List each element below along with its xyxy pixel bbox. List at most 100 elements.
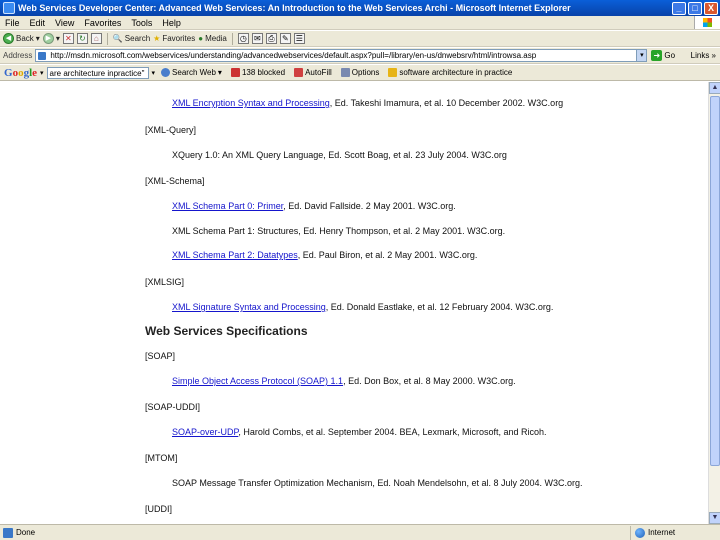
chevron-down-icon: ▾ (35, 34, 40, 43)
reference-link[interactable]: SOAP-over-UDP (172, 427, 238, 437)
separator (106, 32, 108, 45)
go-arrow-icon: ➜ (651, 50, 663, 61)
star-icon: ★ (153, 34, 161, 43)
search-web-label: Search Web (172, 68, 216, 77)
maximize-button[interactable]: □ (688, 1, 702, 15)
reference-entry: SOAP Message Transfer Optimization Mecha… (172, 478, 583, 488)
status-bar: Done Internet (0, 524, 720, 540)
menu-help[interactable]: Help (157, 18, 186, 28)
popup-blocker-icon (230, 68, 240, 77)
windows-flag-icon (694, 16, 720, 29)
menu-favorites[interactable]: Favorites (79, 18, 126, 28)
home-icon[interactable]: ⌂ (90, 33, 102, 44)
search-icon: 🔍 (112, 34, 123, 43)
section-label: [UDDI] (145, 504, 172, 514)
edit-icon[interactable]: ✎ (279, 33, 291, 44)
chevron-down-icon[interactable]: ▾ (152, 69, 156, 77)
go-button[interactable]: ➜ Go (651, 50, 675, 61)
menu-tools[interactable]: Tools (126, 18, 157, 28)
media-button[interactable]: ● Media (198, 34, 227, 43)
popup-blocker-button[interactable]: 138 blocked (228, 68, 288, 77)
section-heading: Web Services Specifications (145, 324, 308, 338)
favorites-label: Favorites (162, 34, 196, 43)
window-title: Web Services Developer Center: Advanced … (18, 3, 571, 13)
reference-entry: XML Schema Part 0: Primer, Ed. David Fal… (172, 201, 456, 211)
reference-entry: XQuery 1.0: An XML Query Language, Ed. S… (172, 150, 507, 160)
standard-toolbar: ◀ Back ▾ ▶ ▾ ✕ ↻ ⌂ 🔍 Search ★ Favorites … (0, 31, 720, 47)
reference-entry: XML Schema Part 1: Structures, Ed. Henry… (172, 226, 506, 236)
close-button[interactable]: X (704, 1, 718, 15)
options-button[interactable]: Options (338, 68, 383, 77)
vertical-scrollbar[interactable]: ▲ ▼ (708, 82, 720, 524)
back-label: Back (16, 34, 34, 43)
minimize-button[interactable]: _ (672, 1, 686, 15)
back-arrow-icon: ◀ (3, 33, 14, 44)
history-icon[interactable]: ◷ (237, 33, 249, 44)
search-label: Search (124, 34, 151, 43)
globe-icon (635, 527, 645, 538)
section-label: [SOAP-UDDI] (145, 402, 201, 412)
reference-entry: XML Signature Syntax and Processing, Ed.… (172, 302, 554, 312)
scroll-down-button[interactable]: ▼ (709, 512, 720, 524)
menu-file[interactable]: File (0, 18, 25, 28)
zone-label: Internet (648, 528, 676, 537)
options-icon (340, 68, 350, 77)
autofill-button[interactable]: AutoFill (291, 68, 335, 77)
section-label: [SOAP] (145, 351, 176, 361)
google-logo[interactable]: Google (0, 67, 37, 79)
address-input[interactable]: http://msdn.microsoft.com/webservices/un… (35, 49, 638, 62)
options-label: Options (351, 68, 380, 77)
autofill-icon (294, 68, 304, 77)
chevron-down-icon: ▾ (217, 68, 222, 77)
reference-entry: Simple Object Access Protocol (SOAP) 1.1… (172, 376, 516, 386)
autofill-label: AutoFill (305, 68, 332, 77)
page-content: XML Encryption Syntax and Processing, Ed… (0, 82, 708, 524)
menu-edit[interactable]: Edit (25, 18, 51, 28)
window-controls: _ □ X (672, 1, 718, 15)
reference-link[interactable]: XML Encryption Syntax and Processing (172, 98, 330, 108)
back-button[interactable]: ◀ Back ▾ (3, 33, 40, 44)
section-label: [XML-Query] (145, 125, 197, 135)
search-web-button[interactable]: Search Web ▾ (158, 68, 225, 77)
separator (231, 32, 233, 45)
section-label: [MTOM] (145, 453, 178, 463)
google-search-input[interactable]: are architecture inpractice" (46, 66, 149, 79)
reference-link[interactable]: XML Signature Syntax and Processing (172, 302, 326, 312)
forward-arrow-icon: ▶ (42, 33, 54, 44)
chevron-down-icon[interactable]: ▾ (637, 49, 648, 62)
menu-view[interactable]: View (50, 18, 79, 28)
favorites-button[interactable]: ★ Favorites (153, 34, 195, 43)
links-button[interactable]: Links » (691, 51, 720, 60)
scroll-thumb[interactable] (710, 96, 720, 466)
title-bar: Web Services Developer Center: Advanced … (0, 0, 720, 16)
media-icon: ● (198, 34, 204, 43)
chevron-down-icon: ▾ (55, 34, 60, 43)
highlight-icon (388, 68, 398, 77)
mail-icon[interactable]: ✉ (251, 33, 263, 44)
forward-button[interactable]: ▶ ▾ (42, 33, 60, 44)
media-label: Media (205, 34, 227, 43)
chevron-down-icon[interactable]: ▾ (40, 69, 44, 77)
status-text: Done (16, 528, 36, 537)
search-button[interactable]: 🔍 Search (113, 34, 150, 43)
reference-link[interactable]: XML Schema Part 0: Primer (172, 201, 283, 211)
discuss-icon[interactable]: ☰ (293, 33, 305, 44)
section-label: [XML-Schema] (145, 176, 205, 186)
reference-entry: XML Encryption Syntax and Processing, Ed… (172, 98, 564, 108)
scroll-up-button[interactable]: ▲ (709, 82, 720, 94)
refresh-icon[interactable]: ↻ (76, 33, 88, 44)
print-icon[interactable]: ⎙ (265, 33, 277, 44)
query-term-button[interactable]: software architecture in practice (385, 68, 515, 77)
reference-entry: XML Schema Part 2: Datatypes, Ed. Paul B… (172, 250, 478, 260)
google-search-icon (161, 68, 171, 77)
page-icon (3, 527, 13, 538)
reference-link[interactable]: XML Schema Part 2: Datatypes (172, 250, 298, 260)
query-term-label: software architecture in practice (399, 68, 513, 77)
address-label: Address (3, 51, 33, 60)
address-bar: Address http://msdn.microsoft.com/webser… (0, 48, 720, 64)
google-toolbar: Google ▾ are architecture inpractice" ▾ … (0, 65, 720, 81)
reference-entry: SOAP-over-UDP, Harold Combs, et al. Sept… (172, 427, 547, 437)
reference-link[interactable]: Simple Object Access Protocol (SOAP) 1.1 (172, 376, 343, 386)
stop-icon[interactable]: ✕ (62, 33, 74, 44)
blocked-count: 138 blocked (241, 68, 286, 77)
